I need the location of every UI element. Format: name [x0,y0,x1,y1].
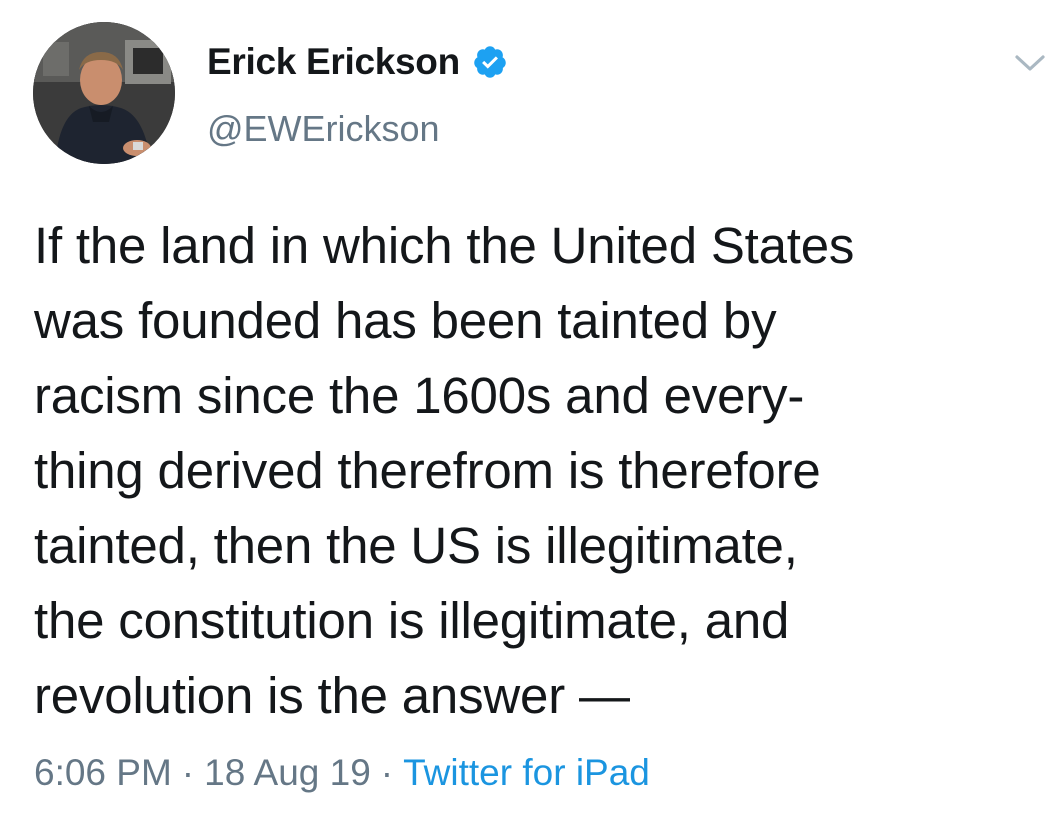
meta-separator: · [380,752,394,793]
tweet-text-line: revolution is the answer — [34,667,630,724]
tweet-meta: 6:06 PM · 18 Aug 19 · Twitter for iPad [34,752,650,794]
tweet-source-link[interactable]: Twitter for iPad [403,752,650,794]
author-name-row[interactable]: Erick Erickson [207,40,508,84]
author-display-name[interactable]: Erick Erickson [207,41,460,83]
tweet-text-line: tainted, then the US is illegitimate, [34,517,798,574]
tweet-text-line: thing derived therefrom is therefore [34,442,821,499]
tweet-time[interactable]: 6:06 PM [34,752,172,794]
tweet-card: Erick Erickson @EWErickson If the land i… [0,0,1062,827]
tweet-text-line: the constitution is illegitimate, and [34,592,790,649]
chevron-down-icon[interactable] [1013,52,1047,74]
tweet-date[interactable]: 18 Aug 19 [204,752,371,794]
verified-badge-icon [472,44,508,80]
meta-separator: · [181,752,195,793]
tweet-text-line: If the land in which the United States [34,217,855,274]
tweet-text-line: racism since the 1600s and every- [34,367,805,424]
avatar-photo [33,22,175,164]
tweet-text-line: was founded has been tainted by [34,292,777,349]
tweet-text: If the land in which the United States w… [34,208,1044,733]
author-avatar[interactable] [33,22,175,164]
author-handle[interactable]: @EWErickson [207,108,440,150]
